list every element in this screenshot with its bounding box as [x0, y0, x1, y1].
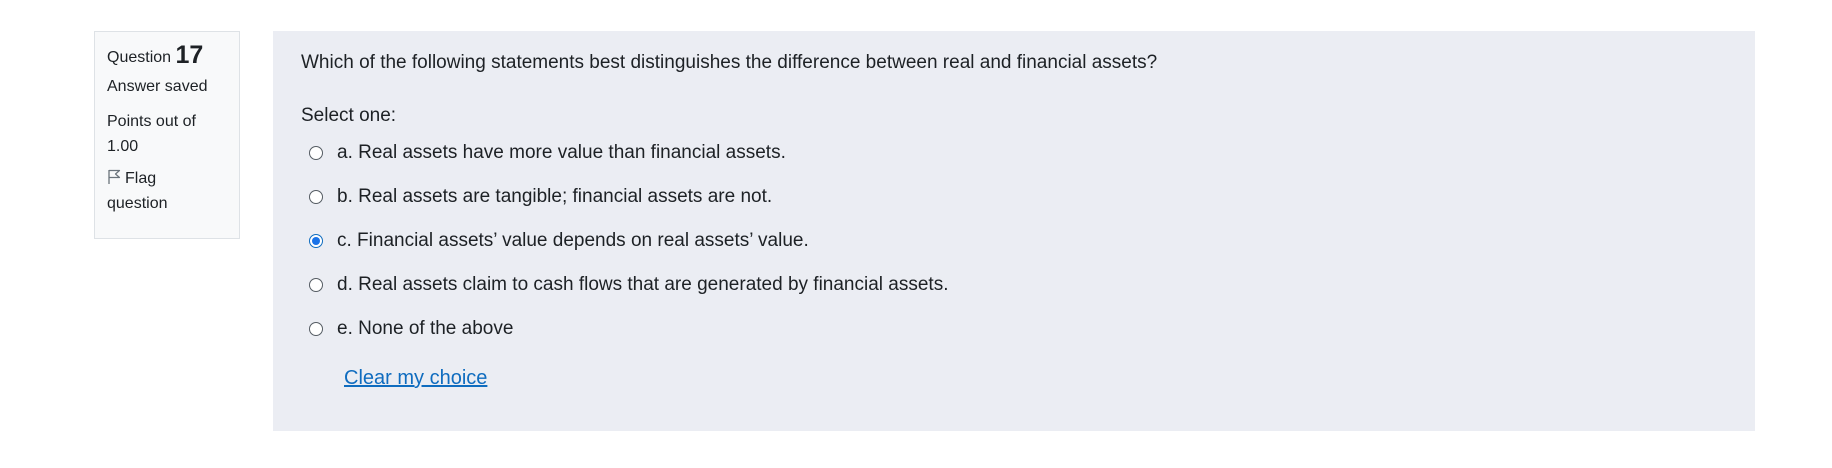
answer-option-label[interactable]: e. None of the above: [337, 318, 513, 340]
answer-option-label[interactable]: a. Real assets have more value than fina…: [337, 142, 786, 164]
question-content: Which of the following statements best d…: [273, 31, 1755, 431]
flag-question-link[interactable]: Flag question: [107, 166, 227, 216]
answer-option[interactable]: d. Real assets claim to cash flows that …: [301, 263, 1727, 307]
radio-button[interactable]: [309, 234, 323, 248]
question-grade: Points out of 1.00: [107, 109, 227, 159]
question-label: Question: [107, 49, 172, 66]
answer-options: a. Real assets have more value than fina…: [301, 131, 1727, 351]
grade-value: 1.00: [107, 138, 139, 155]
answer-option-label[interactable]: b. Real assets are tangible; financial a…: [337, 186, 772, 208]
select-one-prompt: Select one:: [301, 105, 397, 126]
question-text: Which of the following statements best d…: [301, 52, 1158, 73]
radio-button[interactable]: [309, 190, 323, 204]
radio-button[interactable]: [309, 278, 323, 292]
answer-option[interactable]: a. Real assets have more value than fina…: [301, 131, 1727, 175]
question-number-value: 17: [175, 41, 204, 69]
answer-option[interactable]: c. Financial assets’ value depends on re…: [301, 219, 1727, 263]
question-info-panel: Question 17 Answer saved Points out of 1…: [94, 31, 240, 239]
answer-option[interactable]: b. Real assets are tangible; financial a…: [301, 175, 1727, 219]
answer-option-label[interactable]: d. Real assets claim to cash flows that …: [337, 274, 948, 296]
radio-button[interactable]: [309, 322, 323, 336]
clear-my-choice-link[interactable]: Clear my choice: [344, 367, 487, 390]
radio-button[interactable]: [309, 146, 323, 160]
answer-state: Answer saved: [107, 78, 208, 95]
flag-label-question: question: [107, 195, 168, 212]
grade-label: Points out of: [107, 113, 196, 130]
answer-option-label[interactable]: c. Financial assets’ value depends on re…: [337, 230, 809, 252]
flag-label: Flag: [125, 170, 157, 187]
question-number: Question 17: [107, 41, 227, 72]
answer-option[interactable]: e. None of the above: [301, 307, 1727, 351]
flag-outline-icon: [107, 168, 121, 184]
